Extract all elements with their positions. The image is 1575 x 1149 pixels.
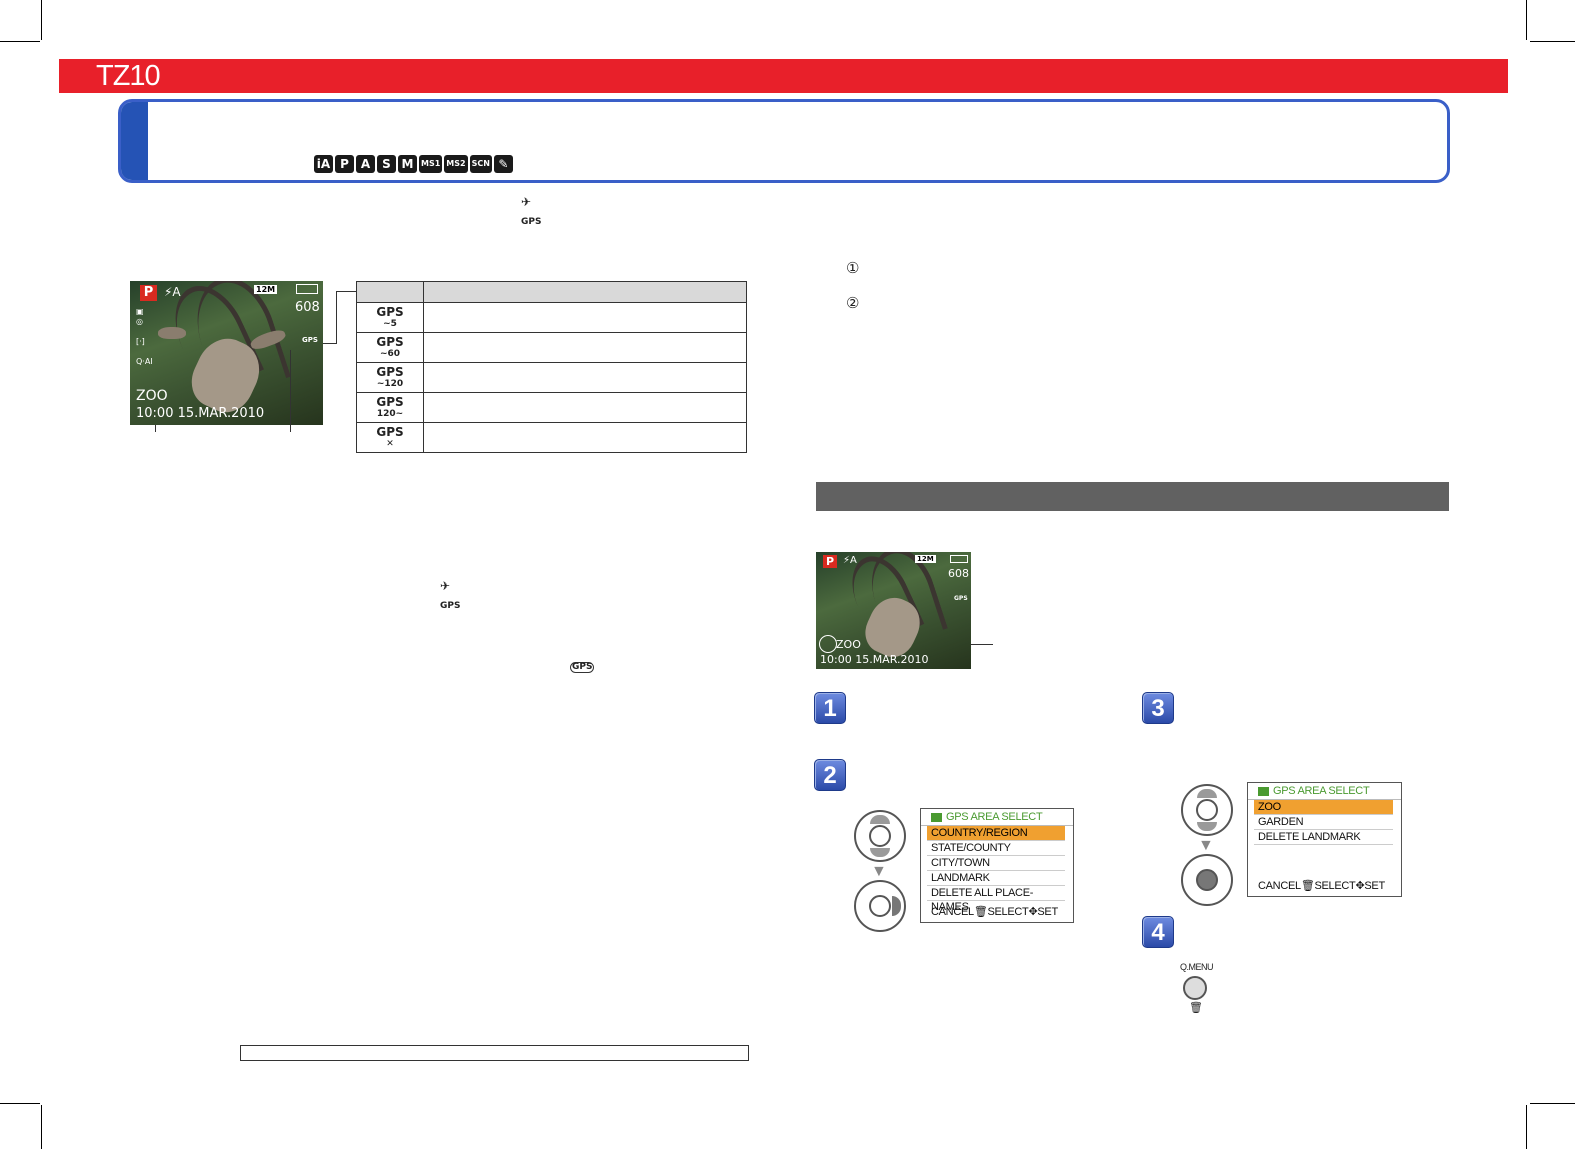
menu-item-delete-all[interactable]: DELETE ALL PLACE-NAMES — [927, 886, 1065, 913]
cursor-button-right-icon[interactable] — [854, 880, 906, 932]
gps-positioning-icon: GPS — [570, 662, 595, 673]
menu-item-landmark[interactable]: LANDMARK — [927, 871, 1065, 886]
picture-size: 12M — [915, 555, 936, 563]
note-box — [240, 1045, 749, 1061]
cursor-button-up-down-icon[interactable] — [1181, 784, 1233, 836]
crop-mark — [1526, 1105, 1527, 1149]
step-4-badge: 4 — [1142, 916, 1174, 948]
mode-ms1-icon: MS1 — [419, 155, 443, 173]
date-time-display: 10:00 15.MAR.2010 — [136, 406, 265, 421]
gps-indicator-small: GPS — [954, 595, 968, 602]
circled-number-2: ② — [846, 295, 860, 312]
menu-footer: CANCEL🗑SELECT✥SET — [931, 906, 1058, 918]
step-1-badge: 1 — [814, 692, 846, 724]
date-time-display: 10:00 15.MAR.2010 — [820, 653, 929, 666]
mode-clipboard-icon: ✎ — [493, 155, 513, 173]
gps-failed-icon: GPS ✕ — [356, 422, 424, 453]
gps-120min-icon: GPS ~120 — [356, 362, 424, 393]
crop-mark — [41, 0, 42, 40]
menu-item-state-county[interactable]: STATE/COUNTY — [927, 841, 1065, 856]
qmenu-delete-button[interactable] — [1183, 976, 1207, 1000]
table-row: GPS ~120 — [356, 362, 747, 393]
qmenu-label: Q.MENU — [1180, 962, 1214, 972]
title-accent — [121, 102, 148, 180]
recording-mode-icons: iA P A S M MS1 MS2 SCN ✎ — [314, 155, 513, 173]
camera-screen-left: P ⚡A 12M 608 ▣ ◎ [·] Q·AI GPS ZOO 10:00 15.… — [130, 281, 323, 425]
battery-icon — [296, 284, 318, 294]
table-header-row — [356, 281, 747, 303]
menu-title: GPS AREA SELECT — [1248, 783, 1401, 800]
callout-line — [290, 350, 291, 432]
crop-mark — [0, 1103, 40, 1104]
callout-line — [336, 291, 337, 344]
gps-60min-icon: GPS ~60 — [356, 332, 424, 363]
callout-line — [970, 644, 993, 645]
shots-remaining: 608 — [948, 567, 969, 580]
cursor-button-up-down-icon[interactable] — [854, 810, 906, 862]
table-row: GPS 120~ — [356, 392, 747, 423]
table-row: GPS ✕ — [356, 422, 747, 453]
table-row: GPS ~60 — [356, 332, 747, 363]
model-name: TZ10 — [96, 60, 161, 92]
callout-line — [323, 343, 336, 344]
trash-icon: 🗑 — [1189, 1002, 1203, 1014]
mode-s-icon: S — [377, 155, 396, 173]
gps-menu-icon — [1258, 786, 1269, 796]
menu-footer: CANCEL🗑SELECT✥SET — [1258, 880, 1385, 892]
menu-item-zoo[interactable]: ZOO — [1254, 800, 1393, 815]
focus-mode-icon: ▣ ◎ [·] Q·AI — [136, 307, 153, 366]
menu-item-city-town[interactable]: CITY/TOWN — [927, 856, 1065, 871]
mode-scn-icon: SCN — [469, 155, 492, 173]
mode-badge: P — [823, 555, 837, 568]
table-row: GPS ~5 — [356, 302, 747, 333]
circled-number-1: ① — [846, 260, 860, 277]
gps-indicator-small: GPS — [302, 336, 318, 344]
crop-mark — [1530, 1103, 1575, 1104]
menu-item-garden[interactable]: GARDEN — [1254, 815, 1393, 830]
mode-ms2-icon: MS2 — [444, 155, 468, 173]
menu-item-delete-landmark[interactable]: DELETE LANDMARK — [1254, 830, 1393, 845]
mode-badge: P — [140, 285, 157, 301]
flash-indicator: ⚡A — [164, 285, 181, 299]
picture-size: 12M — [254, 285, 278, 294]
place-name-icon — [819, 635, 837, 653]
landmark-select-menu: GPS AREA SELECT ZOO GARDEN DELETE LANDMA… — [1247, 782, 1402, 897]
gps-over120min-icon: GPS 120~ — [356, 392, 424, 423]
gps-area-select-menu: GPS AREA SELECT COUNTRY/REGION STATE/COU… — [920, 808, 1074, 923]
menu-item-country-region[interactable]: COUNTRY/REGION — [927, 826, 1065, 841]
step-2-badge: 2 — [814, 759, 846, 791]
menu-set-button-icon[interactable] — [1181, 854, 1233, 906]
place-name-display: ZOO — [136, 388, 168, 404]
menu-title: GPS AREA SELECT — [921, 809, 1073, 826]
mode-m-icon: M — [398, 155, 417, 173]
gps-5min-icon: GPS ~5 — [356, 302, 424, 333]
gps-menu-icon — [931, 812, 942, 822]
shots-remaining: 608 — [295, 300, 320, 315]
arrow-down-icon: ▼ — [1198, 837, 1214, 854]
gps-airplane-icon: ✈ GPS — [521, 195, 542, 227]
mode-ia-icon: iA — [314, 155, 333, 173]
flash-indicator: ⚡A — [843, 555, 857, 566]
battery-icon — [950, 555, 968, 563]
step-3-badge: 3 — [1142, 692, 1174, 724]
camera-screen-right: P ⚡A 12M 608 GPS ZOO 10:00 15.MAR.2010 — [816, 552, 971, 669]
model-banner — [59, 59, 1508, 93]
subsection-heading-bar — [816, 482, 1449, 511]
arrow-down-icon: ▼ — [871, 863, 887, 880]
crop-mark — [1526, 0, 1527, 40]
callout-line — [336, 291, 356, 292]
callout-line — [155, 425, 156, 432]
crop-mark — [41, 1105, 42, 1149]
crop-mark — [0, 41, 40, 42]
place-name-display: ZOO — [836, 638, 861, 651]
gps-status-table: GPS ~5 GPS ~60 GPS ~120 GPS 120~ GPS ✕ — [356, 281, 747, 453]
crop-mark — [1530, 41, 1575, 42]
mode-p-icon: P — [335, 155, 354, 173]
mode-a-icon: A — [356, 155, 375, 173]
gps-airplane-icon: ✈ GPS — [440, 579, 461, 611]
